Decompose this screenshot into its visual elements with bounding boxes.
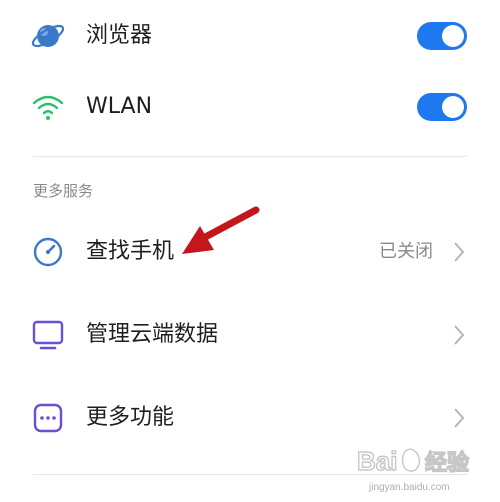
planet-icon [30,18,66,54]
cloud-data-label: 管理云端数据 [86,322,219,347]
settings-row-cloud-data[interactable]: 管理云端数据 [0,315,500,355]
section-title-more-services: 更多服务 [33,182,94,200]
monitor-icon [30,317,66,353]
settings-row-more-features[interactable]: 更多功能 [0,398,500,438]
chevron-right-icon [452,324,466,346]
settings-row-browser[interactable]: 浏览器 [0,18,500,54]
svg-text:经验: 经验 [425,450,469,476]
find-phone-status: 已关闭 [379,241,433,262]
chevron-right-icon [452,241,466,263]
find-phone-label: 查找手机 [86,239,175,264]
more-features-label: 更多功能 [86,405,175,430]
baidu-watermark-logo: Bai 经验 jingyan.baidu.com [355,440,495,498]
section-divider [33,156,467,157]
svg-text:jingyan.baidu.com: jingyan.baidu.com [368,482,450,493]
browser-toggle[interactable] [417,22,467,50]
svg-text:Bai: Bai [357,446,397,476]
settings-row-wlan[interactable]: WLAN [0,89,500,125]
toggle-knob [442,96,464,118]
browser-label: 浏览器 [86,23,153,48]
wifi-icon [30,89,66,125]
wlan-label: WLAN [86,94,153,119]
wlan-toggle[interactable] [417,93,467,121]
toggle-knob [442,25,464,47]
chevron-right-icon [452,407,466,429]
more-dots-icon [30,400,66,436]
red-arrow-annotation [170,196,270,266]
gauge-icon [30,234,66,270]
